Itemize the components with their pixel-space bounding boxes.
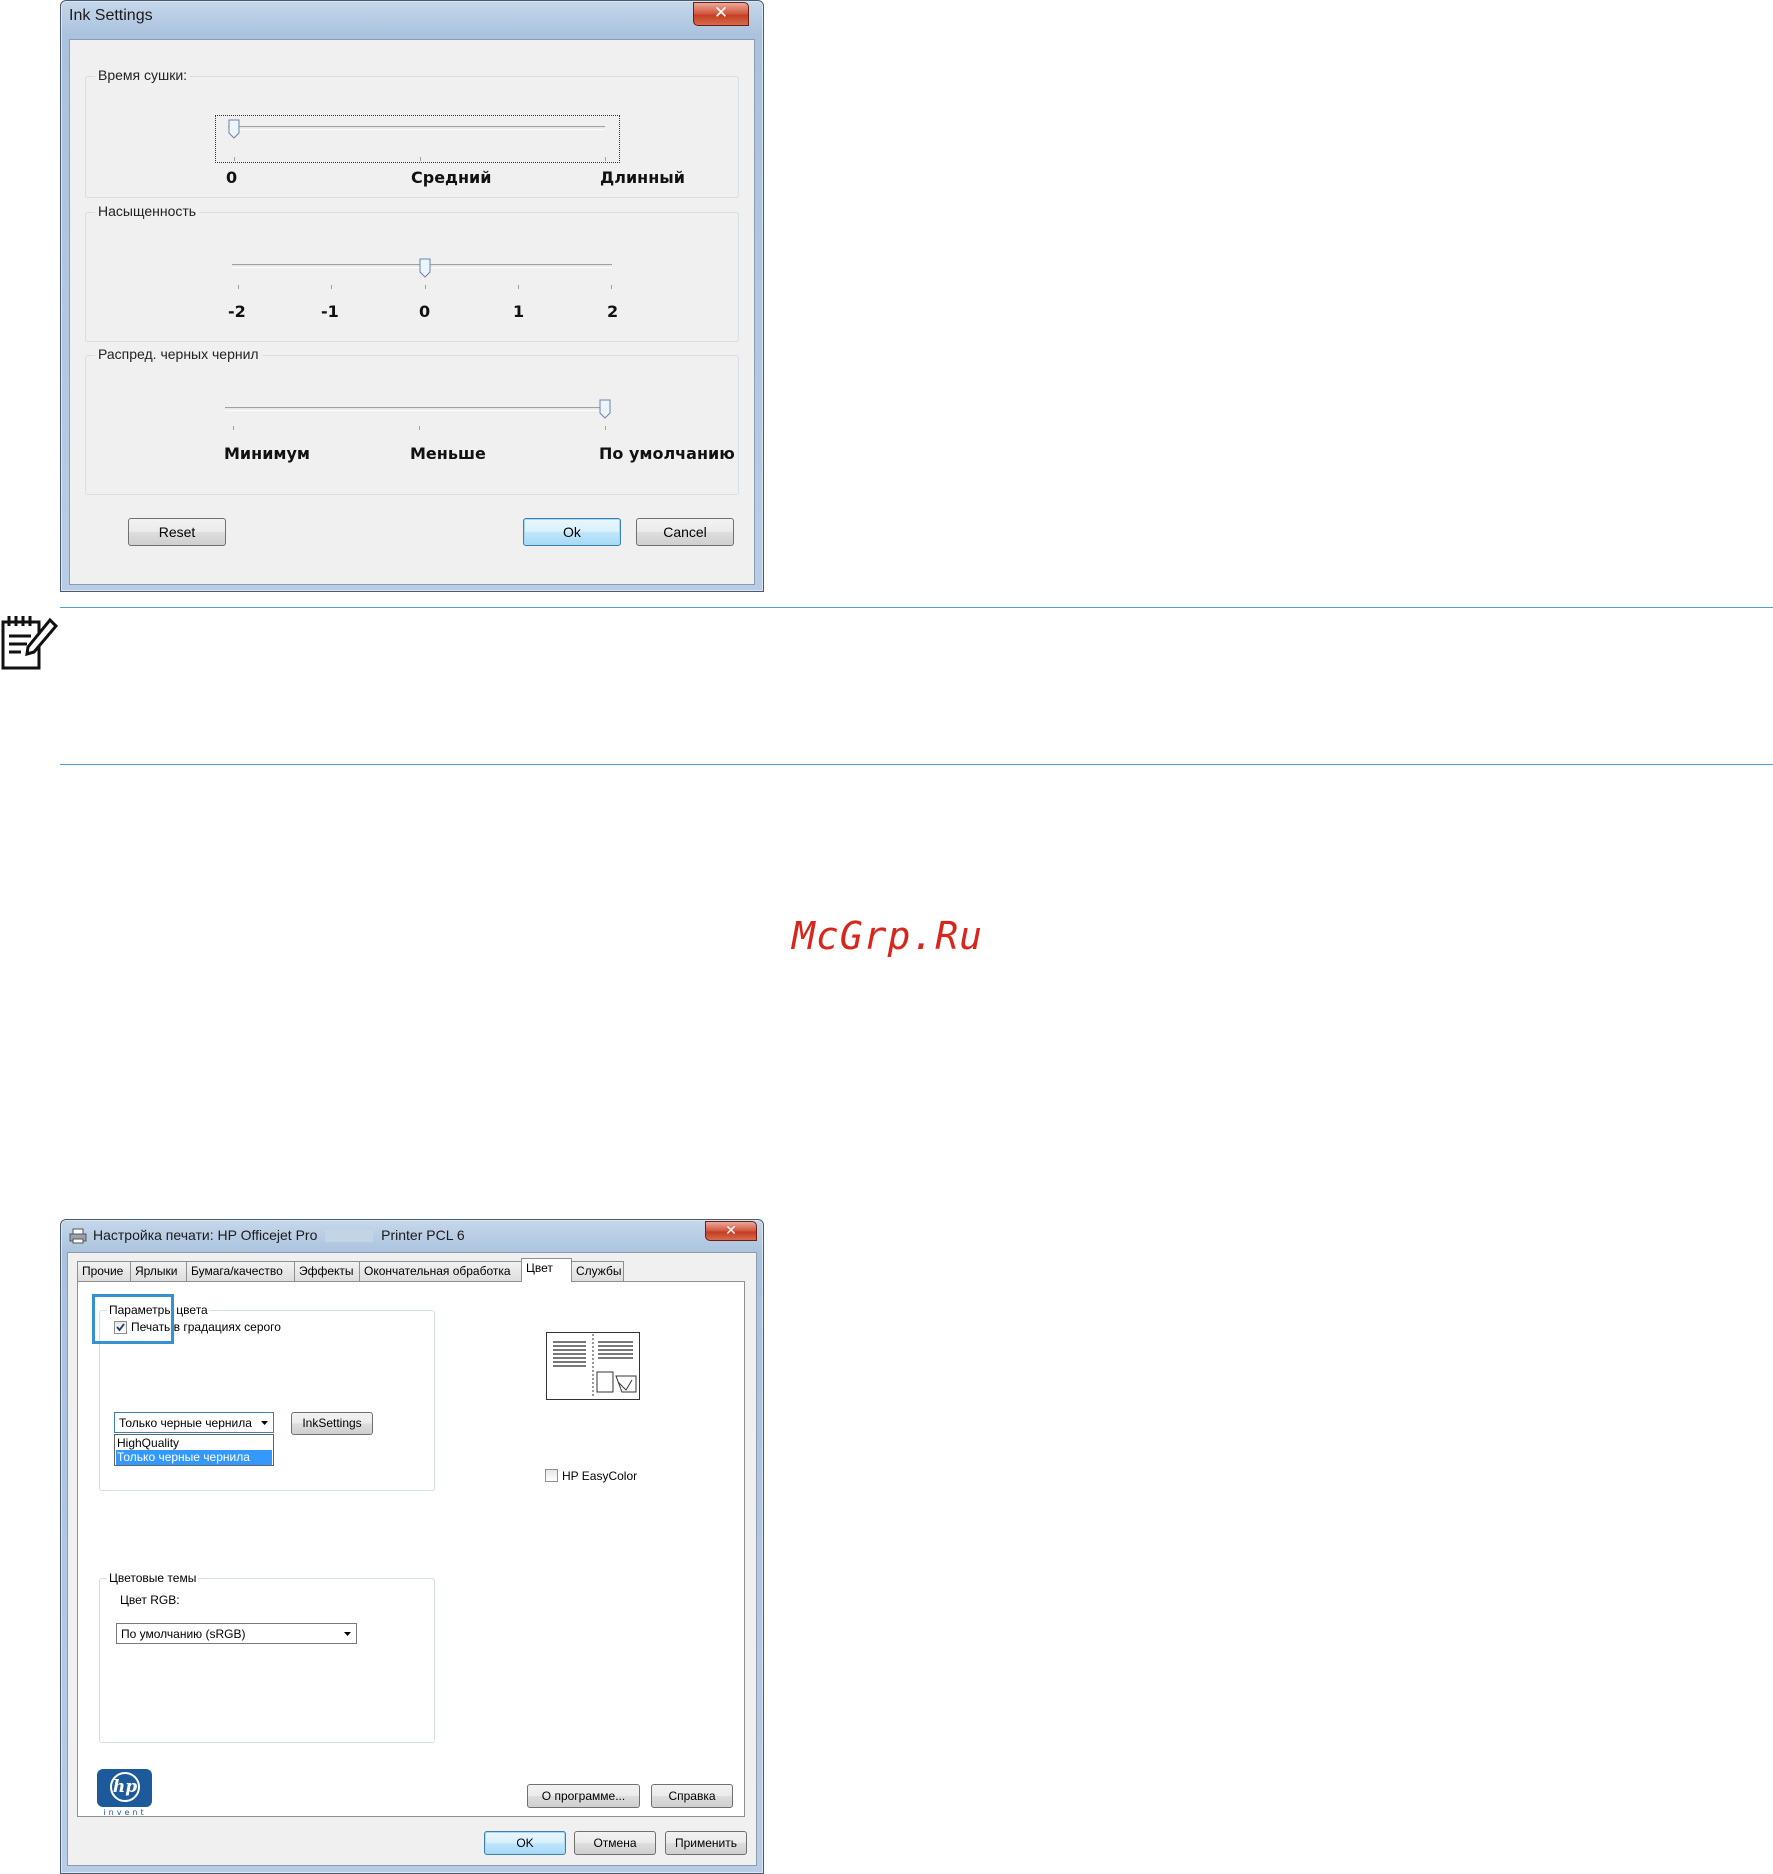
cancel-button[interactable]: Cancel	[636, 518, 734, 546]
saturation-label: Насыщенность	[95, 203, 200, 219]
tab-other[interactable]: Прочие	[77, 1261, 131, 1282]
tick	[233, 426, 234, 430]
rgb-combo[interactable]: По умолчанию (sRGB)	[116, 1623, 357, 1644]
note-icon	[1, 616, 59, 670]
chevron-down-icon[interactable]	[256, 1413, 273, 1432]
easycolor-checkbox[interactable]	[545, 1469, 558, 1482]
dialog-title: Настройка печати: HP Officejet Pro Print…	[93, 1227, 465, 1243]
black-ink-track[interactable]	[225, 407, 605, 411]
drying-time-group: Время сушки: 0 Средний Длинный	[85, 67, 739, 198]
drying-time-label-mid: Средний	[411, 168, 492, 187]
color-tab-panel: Параметры цвета Печать в градациях серог…	[77, 1281, 745, 1817]
hp-logo-circle: hp	[110, 1772, 140, 1802]
tab-services[interactable]: Службы	[571, 1261, 624, 1282]
hp-logo: hp invent	[97, 1769, 153, 1817]
tick	[605, 426, 606, 430]
chevron-down-icon[interactable]	[339, 1624, 356, 1643]
tick	[518, 285, 519, 289]
slider-focus-rect	[215, 115, 620, 163]
drying-time-label-min: 0	[226, 168, 238, 187]
tab-paper-quality[interactable]: Бумага/качество	[186, 1261, 295, 1282]
saturation-label-p2: 2	[607, 302, 619, 321]
tick	[605, 157, 606, 161]
ok-button[interactable]: Ok	[523, 518, 621, 546]
ink-settings-button[interactable]: InkSettings	[291, 1412, 373, 1435]
color-mode-combo[interactable]: Только черные чернила	[114, 1412, 274, 1433]
black-ink-label-min: Минимум	[224, 444, 310, 463]
drying-time-label-max: Длинный	[600, 168, 685, 187]
print-settings-dialog: Настройка печати: HP Officejet Pro Print…	[60, 1219, 764, 1874]
rgb-value: По умолчанию (sRGB)	[121, 1627, 246, 1641]
black-ink-label-mid: Меньше	[410, 444, 486, 463]
saturation-thumb[interactable]	[419, 258, 431, 278]
color-themes-label: Цветовые темы	[107, 1571, 199, 1585]
cancel-button[interactable]: Отмена	[574, 1831, 656, 1855]
apply-button[interactable]: Применить	[665, 1831, 747, 1855]
printer-icon	[69, 1228, 87, 1244]
tick	[425, 285, 426, 289]
saturation-group: Насыщенность -2 -1 0 1 2	[85, 203, 739, 342]
hp-logo-tagline: invent	[103, 1808, 147, 1817]
color-themes-group: Цветовые темы Цвет RGB: По умолчанию (sR…	[99, 1571, 435, 1743]
tick	[611, 285, 612, 289]
dropdown-option-highquality[interactable]: HighQuality	[117, 1436, 271, 1450]
dialog-title: Ink Settings	[69, 7, 153, 24]
color-preview-icon	[546, 1332, 640, 1400]
reset-button[interactable]: Reset	[128, 518, 226, 546]
note-rule-top	[60, 607, 1773, 608]
ok-button[interactable]: OK	[484, 1831, 566, 1855]
about-button[interactable]: О программе...	[527, 1784, 640, 1808]
black-ink-label-max: По умолчанию	[599, 444, 735, 463]
drying-time-track[interactable]	[228, 126, 605, 130]
saturation-label-p1: 1	[513, 302, 525, 321]
ink-settings-dialog: Ink Settings ✕ Время сушки: 0 Средний Дл…	[60, 0, 764, 592]
saturation-label-m1: -1	[321, 302, 339, 321]
tick	[331, 285, 332, 289]
note-rule-bottom	[60, 764, 1773, 765]
tab-color[interactable]: Цвет	[521, 1258, 572, 1282]
tab-finishing[interactable]: Окончательная обработка	[359, 1261, 522, 1282]
highlight-box	[92, 1294, 174, 1344]
saturation-label-m2: -2	[228, 302, 246, 321]
blurred-model	[325, 1230, 374, 1243]
tick	[234, 157, 235, 161]
close-icon: ✕	[713, 3, 729, 23]
help-button[interactable]: Справка	[651, 1784, 733, 1808]
rgb-label: Цвет RGB:	[120, 1593, 180, 1607]
dropdown-option-black-only[interactable]: Только черные чернила	[116, 1450, 272, 1465]
dialog-title-suffix: Printer PCL 6	[381, 1227, 465, 1243]
tick	[420, 157, 421, 161]
tab-shortcuts[interactable]: Ярлыки	[130, 1261, 187, 1282]
black-ink-label: Распред. черных чернил	[95, 346, 262, 362]
drying-time-thumb[interactable]	[228, 119, 240, 139]
watermark: McGrp.Ru	[792, 914, 984, 958]
black-ink-thumb[interactable]	[599, 399, 611, 419]
hp-logo-text: hp	[112, 1777, 138, 1797]
color-mode-dropdown: HighQuality Только черные чернила	[114, 1434, 274, 1466]
close-button[interactable]: ✕	[693, 2, 749, 26]
dialog-title-prefix: Настройка печати: HP Officejet Pro	[93, 1227, 318, 1243]
close-icon: ✕	[725, 1223, 737, 1239]
tick	[419, 426, 420, 430]
color-mode-value: Только черные чернила	[119, 1416, 252, 1430]
drying-time-label: Время сушки:	[95, 67, 191, 83]
dialog-body: Время сушки: 0 Средний Длинный Насыщенно…	[69, 39, 755, 585]
dialog-body: Прочие Ярлыки Бумага/качество Эффекты Ок…	[67, 1252, 757, 1866]
tick	[238, 285, 239, 289]
hp-logo-badge: hp	[97, 1769, 152, 1807]
saturation-label-0: 0	[419, 302, 431, 321]
easycolor-label[interactable]: HP EasyColor	[562, 1469, 637, 1483]
close-button[interactable]: ✕	[705, 1221, 757, 1241]
black-ink-group: Распред. черных чернил Минимум Меньше По…	[85, 346, 739, 495]
tab-effects[interactable]: Эффекты	[294, 1261, 360, 1282]
